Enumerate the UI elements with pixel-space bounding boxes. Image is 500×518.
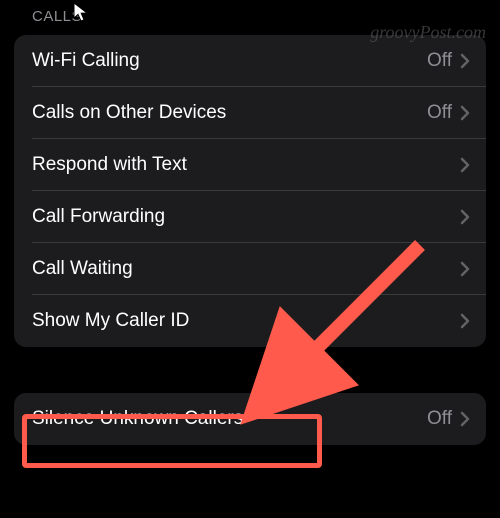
call-forwarding-row[interactable]: Call Forwarding — [14, 191, 486, 243]
calls-other-devices-row[interactable]: Calls on Other Devices Off — [14, 87, 486, 139]
wifi-calling-row[interactable]: Wi-Fi Calling Off — [14, 35, 486, 87]
call-forwarding-label: Call Forwarding — [32, 206, 460, 228]
chevron-right-icon — [460, 411, 470, 427]
chevron-right-icon — [460, 105, 470, 121]
respond-with-text-row[interactable]: Respond with Text — [14, 139, 486, 191]
calls-section-header: CALLS — [0, 0, 500, 35]
chevron-right-icon — [460, 209, 470, 225]
chevron-right-icon — [460, 53, 470, 69]
wifi-calling-label: Wi-Fi Calling — [32, 50, 427, 72]
calls-other-devices-value: Off — [427, 102, 452, 124]
show-my-caller-id-label: Show My Caller ID — [32, 310, 460, 332]
call-waiting-row[interactable]: Call Waiting — [14, 243, 486, 295]
chevron-right-icon — [460, 313, 470, 329]
chevron-right-icon — [460, 157, 470, 173]
calls-other-devices-label: Calls on Other Devices — [32, 102, 427, 124]
respond-with-text-label: Respond with Text — [32, 154, 460, 176]
silence-settings-group: Silence Unknown Callers Off — [14, 393, 486, 445]
calls-settings-group: Wi-Fi Calling Off Calls on Other Devices… — [14, 35, 486, 347]
silence-unknown-callers-row[interactable]: Silence Unknown Callers Off — [14, 393, 486, 445]
silence-unknown-callers-label: Silence Unknown Callers — [32, 408, 427, 430]
chevron-right-icon — [460, 261, 470, 277]
wifi-calling-value: Off — [427, 50, 452, 72]
show-my-caller-id-row[interactable]: Show My Caller ID — [14, 295, 486, 347]
call-waiting-label: Call Waiting — [32, 258, 460, 280]
silence-unknown-callers-value: Off — [427, 408, 452, 430]
